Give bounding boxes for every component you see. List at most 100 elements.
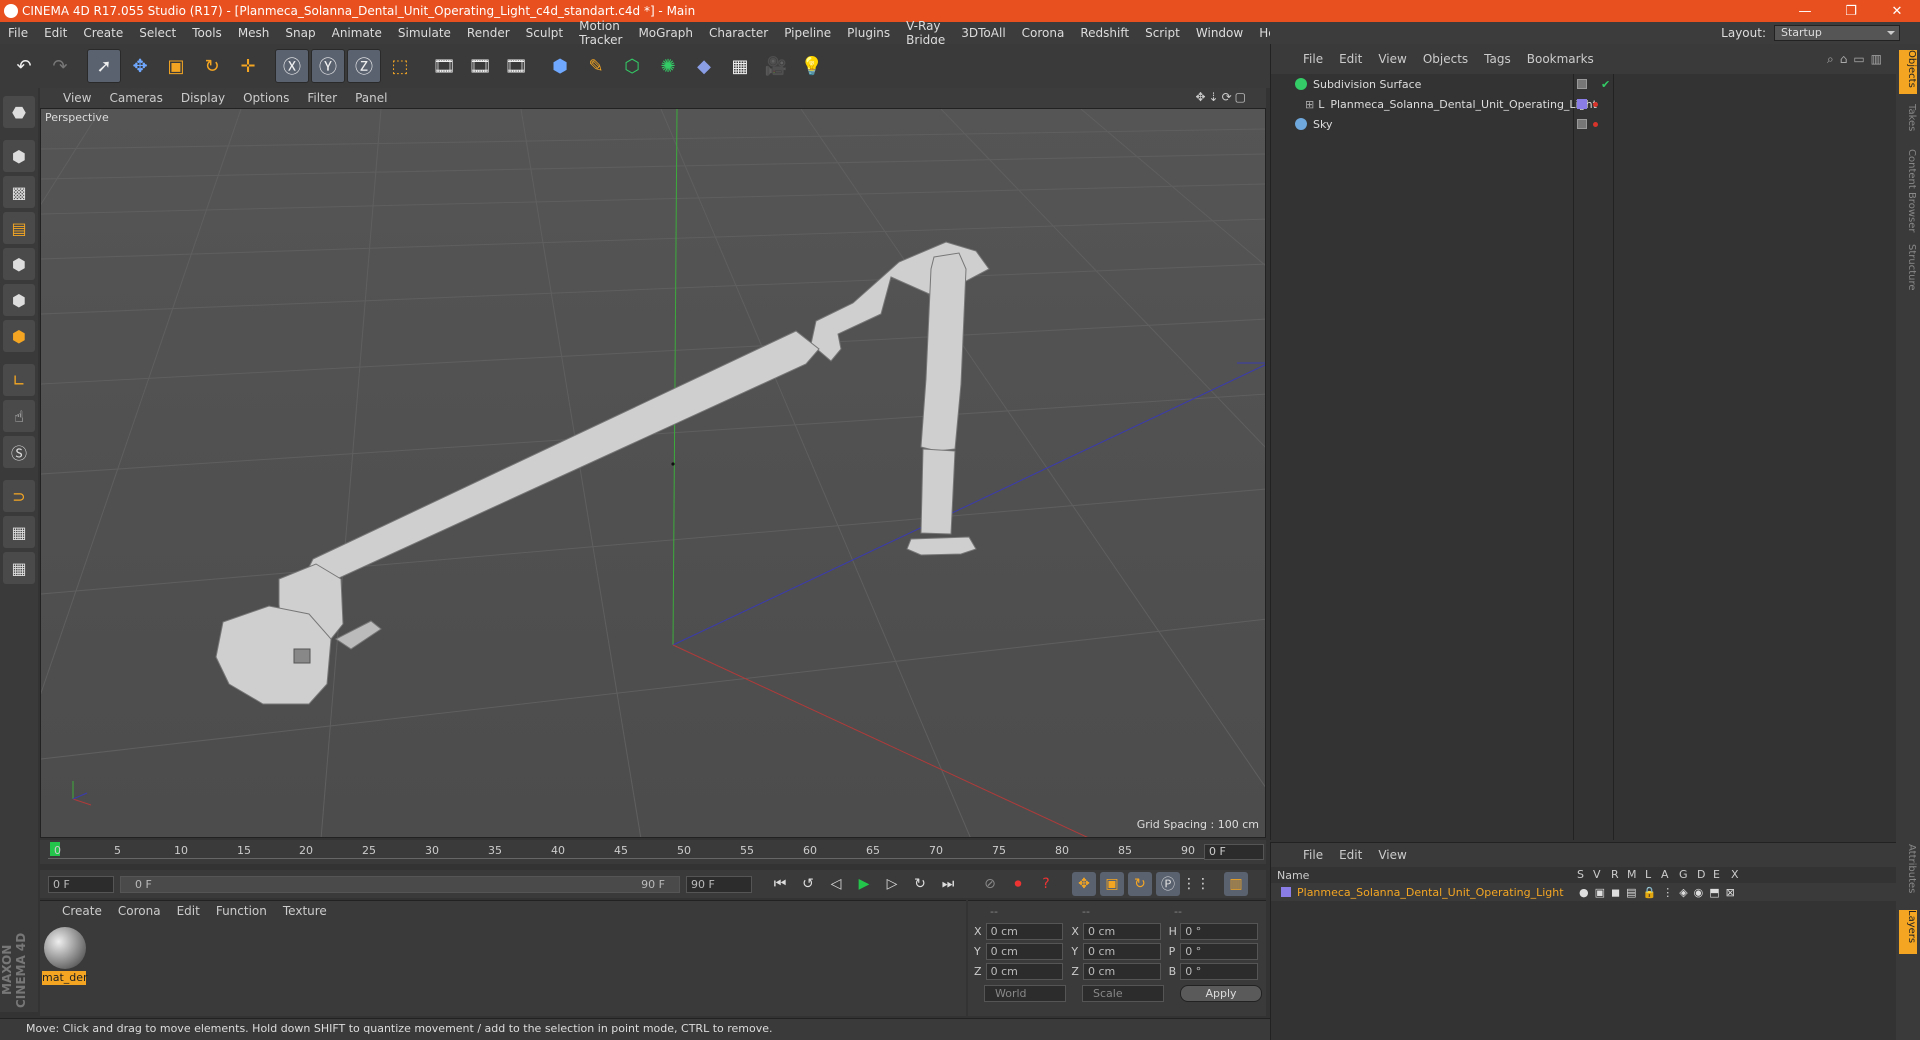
layer-color-flag[interactable] — [1577, 99, 1587, 109]
redo-icon[interactable]: ↷ — [43, 49, 77, 83]
current-frame-field[interactable]: 0 F — [1204, 844, 1264, 860]
position-x-field[interactable]: 0 cm — [985, 922, 1064, 940]
tab-structure[interactable]: Structure — [1899, 244, 1917, 304]
tab-content-browser[interactable]: Content Browser — [1899, 149, 1917, 239]
coord-space-dropdown[interactable]: World — [984, 985, 1066, 1002]
layer-menu-edit[interactable]: Edit — [1331, 848, 1370, 862]
obj-menu-objects[interactable]: Objects — [1415, 52, 1476, 66]
minimize-button[interactable]: — — [1782, 4, 1828, 19]
menu-render[interactable]: Render — [459, 26, 518, 40]
cube-icon[interactable]: ⬢ — [543, 49, 577, 83]
points-mode-icon[interactable]: ⬢ — [3, 248, 35, 280]
mat-menu-corona[interactable]: Corona — [110, 904, 169, 918]
menu-snap[interactable]: Snap — [277, 26, 323, 40]
vp-menu-display[interactable]: Display — [172, 91, 234, 105]
object-row-subdivision[interactable]: Subdivision Surface ✔ — [1271, 74, 1897, 94]
viewport[interactable]: Perspective Grid Spacing : 100 cm — [40, 108, 1266, 838]
record-keys-icon[interactable]: ⊘ — [978, 872, 1002, 896]
layer-toggle-icons[interactable]: ●▣◼▤🔒⋮◈◉⬒⊠ — [1579, 886, 1741, 899]
edges-mode-icon[interactable]: ⬢ — [3, 284, 35, 316]
rotation-b-field[interactable]: 0 ° — [1180, 962, 1258, 980]
object-row-sky[interactable]: Sky — [1271, 114, 1897, 134]
obj-menu-edit[interactable]: Edit — [1331, 52, 1370, 66]
expand-icon[interactable]: ⊞ — [1305, 98, 1314, 111]
menu-3dtoall[interactable]: 3DToAll — [953, 26, 1013, 40]
material-preview-sphere[interactable] — [44, 927, 86, 969]
timeline[interactable]: 0 5 10 15 20 25 30 35 40 45 50 55 60 65 … — [40, 840, 1266, 864]
menu-plugins[interactable]: Plugins — [839, 26, 898, 40]
timeline-ruler[interactable] — [48, 858, 1204, 862]
visibility-flag[interactable] — [1577, 119, 1587, 129]
light-icon[interactable]: 💡 — [795, 49, 829, 83]
size-z-field[interactable]: 0 cm — [1082, 962, 1161, 980]
tab-objects[interactable]: Objects — [1899, 50, 1917, 94]
coordinate-system-icon[interactable]: ⬚ — [383, 49, 417, 83]
render-view-icon[interactable]: 🎞 — [427, 49, 461, 83]
scale-icon[interactable]: ▣ — [159, 49, 193, 83]
axis-mode-icon[interactable]: ∟ — [3, 364, 35, 396]
mat-menu-texture[interactable]: Texture — [275, 904, 335, 918]
tab-takes[interactable]: Takes — [1899, 104, 1917, 144]
vp-menu-view[interactable]: View — [54, 91, 100, 105]
previous-key-icon[interactable]: ↺ — [796, 872, 820, 896]
layout-select[interactable]: Startup — [1774, 25, 1900, 41]
vp-menu-filter[interactable]: Filter — [298, 91, 346, 105]
vp-menu-cameras[interactable]: Cameras — [100, 91, 171, 105]
status-dot[interactable] — [1593, 121, 1598, 127]
size-y-field[interactable]: 0 cm — [1082, 942, 1161, 960]
obj-menu-tags[interactable]: Tags — [1476, 52, 1519, 66]
position-y-field[interactable]: 0 cm — [985, 942, 1064, 960]
coord-mode-dropdown[interactable]: Scale — [1082, 985, 1164, 1002]
close-button[interactable]: ✕ — [1874, 4, 1920, 19]
menu-file[interactable]: File — [0, 26, 36, 40]
vp-menu-options[interactable]: Options — [234, 91, 298, 105]
magnet-icon[interactable]: ⊃ — [3, 480, 35, 512]
y-axis-icon[interactable]: Ⓨ — [311, 49, 345, 83]
pen-icon[interactable]: ✎ — [579, 49, 613, 83]
layer-menu-file[interactable]: File — [1295, 848, 1331, 862]
undo-icon[interactable]: ↶ — [7, 49, 41, 83]
menu-create[interactable]: Create — [75, 26, 131, 40]
start-frame-field[interactable]: 0 F — [48, 875, 114, 893]
tweak-mode-icon[interactable]: ☝ — [3, 400, 35, 432]
object-manager-tools-icon[interactable]: ⌕⌂▭▥ — [1827, 52, 1888, 67]
transform-icon[interactable]: ✛ — [231, 49, 265, 83]
rotation-p-field[interactable]: 0 ° — [1180, 942, 1258, 960]
subdivision-icon[interactable]: ⬡ — [615, 49, 649, 83]
key-scale-icon[interactable]: ▣ — [1100, 872, 1124, 896]
rotate-icon[interactable]: ↻ — [195, 49, 229, 83]
menu-animate[interactable]: Animate — [324, 26, 390, 40]
play-icon[interactable]: ▶ — [852, 872, 876, 896]
select-arrow-icon[interactable]: ➚ — [87, 49, 121, 83]
layer-color-swatch[interactable] — [1281, 887, 1291, 897]
obj-menu-view[interactable]: View — [1370, 52, 1414, 66]
menu-corona[interactable]: Corona — [1014, 26, 1073, 40]
array-icon[interactable]: ✺ — [651, 49, 685, 83]
deformer-icon[interactable]: ◆ — [687, 49, 721, 83]
menu-select[interactable]: Select — [131, 26, 184, 40]
menu-motion-tracker[interactable]: Motion Tracker — [571, 19, 630, 47]
position-z-field[interactable]: 0 cm — [985, 962, 1064, 980]
layer-row[interactable]: Planmeca_Solanna_Dental_Unit_Operating_L… — [1271, 883, 1896, 901]
keyframe-selection-icon[interactable]: ? — [1034, 872, 1058, 896]
obj-menu-file[interactable]: File — [1295, 52, 1331, 66]
key-rotation-icon[interactable]: ↻ — [1128, 872, 1152, 896]
render-settings-icon[interactable]: 🎞 — [499, 49, 533, 83]
menu-mesh[interactable]: Mesh — [230, 26, 278, 40]
go-to-end-icon[interactable]: ⏭ — [936, 872, 960, 896]
frame-range-slider[interactable]: 0 F 90 F — [120, 875, 680, 893]
key-position-icon[interactable]: ✥ — [1072, 872, 1096, 896]
x-axis-icon[interactable]: Ⓧ — [275, 49, 309, 83]
z-axis-icon[interactable]: Ⓩ — [347, 49, 381, 83]
material-name[interactable]: mat_der — [42, 971, 88, 985]
mat-menu-function[interactable]: Function — [208, 904, 275, 918]
texture-mode-icon[interactable]: ▩ — [3, 176, 35, 208]
status-dot[interactable] — [1593, 101, 1598, 107]
menu-vray-bridge[interactable]: V-Ray Bridge — [898, 19, 953, 47]
visibility-flag[interactable] — [1577, 79, 1587, 89]
autokey-icon[interactable]: ⏺ — [1006, 872, 1030, 896]
viewport-nav-icons[interactable]: ✥⇣⟳▢ — [1186, 90, 1258, 104]
menu-pipeline[interactable]: Pipeline — [776, 26, 839, 40]
menu-simulate[interactable]: Simulate — [390, 26, 459, 40]
menu-redshift[interactable]: Redshift — [1072, 26, 1137, 40]
